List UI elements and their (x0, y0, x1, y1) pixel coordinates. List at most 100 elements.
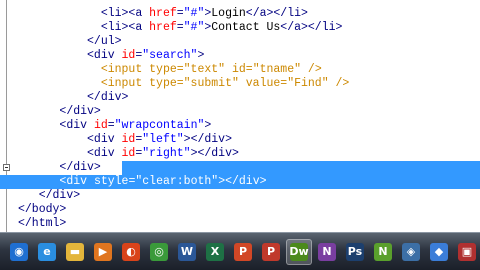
code-token: </ul> (87, 35, 122, 48)
powerpoint-icon: P (234, 243, 252, 261)
taskbar-button[interactable]: ▣ (454, 239, 480, 265)
start-orb-icon: ◉ (10, 243, 28, 261)
code-token: href (149, 21, 177, 34)
code-line[interactable]: </ul> (0, 35, 480, 49)
taskbar-button[interactable]: Dw (286, 239, 312, 265)
taskbar-button[interactable]: W (174, 239, 200, 265)
word-icon: W (178, 243, 196, 261)
onenote-icon: N (318, 243, 336, 261)
notepad-plus-icon: N (374, 243, 392, 261)
windows-explorer-icon: ▬ (66, 243, 84, 261)
taskbar: ◉ e ▬ ▶ ◐ ◎ W X P P Dw N Ps N ◈ ◆ ▣ (0, 232, 480, 270)
code-token: "text" (183, 63, 226, 76)
code-token: id (231, 63, 246, 76)
code-token: <div (59, 175, 94, 188)
taskbar-button[interactable]: Ps (342, 239, 368, 265)
code-token: = (176, 21, 184, 34)
code-line[interactable]: <input type="submit" value="Find" /> (0, 77, 480, 91)
code-token: = (176, 7, 184, 20)
code-line[interactable]: <div id="left"></div> (0, 133, 480, 147)
code-line[interactable]: <li><a href="#">Contact Us</a></li> (0, 21, 480, 35)
taskbar-button[interactable]: ◐ (118, 239, 144, 265)
code-editor[interactable]: <li><a href="#">Login</a></li> <li><a hr… (0, 0, 480, 232)
selection-highlight (122, 161, 480, 175)
taskbar-button[interactable]: ◉ (6, 239, 32, 265)
code-line[interactable]: <div id="search"> (0, 49, 480, 63)
app-icon: ◆ (430, 243, 448, 261)
code-token: id (121, 147, 136, 160)
code-token: type (149, 77, 177, 90)
code-line[interactable]: </div> (0, 189, 480, 203)
code-token: <div (87, 49, 122, 62)
code-token: > (197, 49, 205, 62)
code-token: </body> (18, 203, 67, 216)
code-token: "Find" (287, 77, 329, 90)
code-token: value (245, 77, 281, 90)
taskbar-button[interactable]: ◈ (398, 239, 424, 265)
code-token: </div> (87, 91, 129, 104)
code-token: id (121, 49, 136, 62)
code-token: <input (100, 63, 150, 76)
code-token: <div (87, 133, 122, 146)
code-token: = (176, 77, 184, 90)
code-token: "right" (142, 147, 191, 160)
internet-explorer-icon: e (38, 243, 56, 261)
code-token: id (121, 133, 136, 146)
taskbar-button[interactable]: X (202, 239, 228, 265)
taskbar-button[interactable]: N (314, 239, 340, 265)
code-token: </div> (59, 161, 101, 174)
code-token: <li><a (100, 21, 150, 34)
code-line[interactable]: <div style="clear:both"></div> (0, 175, 480, 189)
code-line[interactable]: </div> (0, 105, 480, 119)
taskbar-button[interactable]: ◎ (146, 239, 172, 265)
code-token: Login (211, 7, 246, 20)
code-token: </a></li> (245, 7, 308, 20)
code-token: "wrapcontain" (114, 119, 205, 132)
firefox-icon: ◐ (122, 243, 140, 261)
media-player-icon: ▶ (94, 243, 112, 261)
code-line[interactable]: </div> (0, 91, 480, 105)
code-line[interactable]: <li><a href="#">Login</a></li> (0, 7, 480, 21)
code-line[interactable]: <div id="wrapcontain"> (0, 119, 480, 133)
code-token: = (245, 63, 253, 76)
code-token: <div (59, 119, 94, 132)
taskbar-button[interactable]: ◆ (426, 239, 452, 265)
code-token: = (107, 119, 115, 132)
code-token: ></div> (190, 147, 239, 160)
code-line[interactable]: </body> (0, 203, 480, 217)
taskbar-button[interactable]: N (370, 239, 396, 265)
code-token: "submit" (183, 77, 239, 90)
code-token: id (93, 119, 108, 132)
code-token: Contact Us (211, 21, 281, 34)
code-token: </a></li> (280, 21, 343, 34)
media-icon: ▣ (458, 243, 476, 261)
taskbar-button[interactable]: ▬ (62, 239, 88, 265)
network-icon: ◈ (402, 243, 420, 261)
code-line[interactable]: </html> (0, 217, 480, 231)
taskbar-button[interactable]: e (34, 239, 60, 265)
taskbar-button[interactable]: P (230, 239, 256, 265)
code-line[interactable]: </div> (0, 161, 480, 175)
code-token: ></div> (183, 133, 232, 146)
taskbar-button[interactable]: ▶ (90, 239, 116, 265)
code-line[interactable]: <div id="right"></div> (0, 147, 480, 161)
taskbar-button[interactable]: P (258, 239, 284, 265)
publisher-icon: P (262, 243, 280, 261)
code-token: <li><a (100, 7, 150, 20)
code-line[interactable]: <input type="text" id="tname" /> (0, 63, 480, 77)
code-token: "left" (142, 133, 184, 146)
code-token: /> (328, 77, 350, 90)
code-token: ></div> (218, 175, 267, 188)
code-token: > (204, 119, 212, 132)
code-token: </div> (59, 105, 101, 118)
